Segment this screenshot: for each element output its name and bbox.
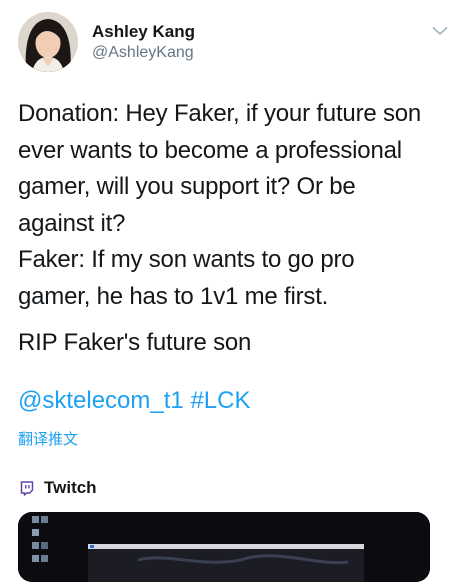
tweet-line: Donation: Hey Faker, if your future son [18,100,422,127]
source-label: Twitch [44,478,97,497]
chevron-down-icon[interactable] [432,26,448,36]
avatar-image [18,12,78,72]
tweet-line: gamer, he has to 1v1 me first. [18,282,329,310]
media-preview[interactable] [18,512,430,582]
tweet-line: gamer, will you support it? Or be [18,173,356,200]
tweet-line: RIP Faker's future son [18,329,252,356]
avatar[interactable] [18,12,78,72]
translate-tweet-link[interactable]: 翻译推文 [18,428,78,449]
mention-link[interactable]: @sktelecom_t1 [18,387,184,414]
tweet-line: ever wants to become a professional [18,136,402,164]
twitch-icon [20,480,34,496]
tweet-text: Donation: Hey Faker, if your future son … [18,96,458,362]
tweet-line: Faker: If my son wants to go pro [18,246,355,273]
hashtag-link[interactable]: #LCK [190,387,250,414]
tweet-line: against it? [18,209,126,237]
user-handle[interactable]: @AshleyKang [92,42,195,64]
tweet-links: @sktelecom_t1 #LCK [18,385,250,417]
tweet-header: Ashley Kang @AshleyKang [18,12,458,76]
display-name[interactable]: Ashley Kang [92,22,195,42]
author-block: Ashley Kang @AshleyKang [92,22,195,64]
stream-screenshot [18,512,430,582]
source-attribution[interactable]: Twitch [20,477,97,499]
